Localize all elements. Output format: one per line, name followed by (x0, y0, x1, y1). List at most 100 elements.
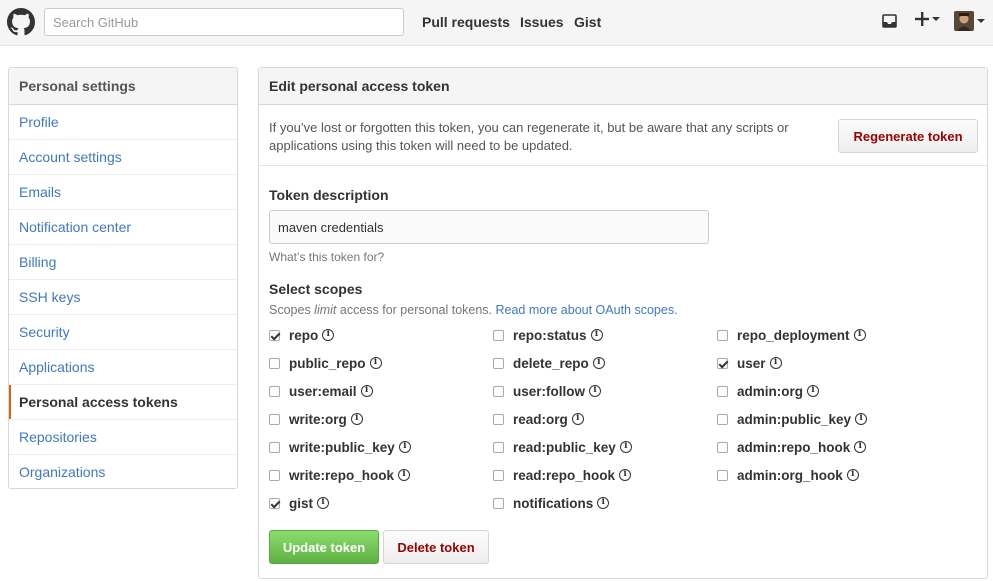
update-token-button[interactable]: Update token (269, 530, 379, 564)
info-icon[interactable]: i (846, 469, 859, 481)
scope-gist[interactable]: gist i (269, 494, 330, 512)
scope-user[interactable]: user i (717, 354, 782, 372)
scope-read-public-key[interactable]: read:public_key i (493, 438, 632, 456)
scope-name: user (737, 355, 766, 371)
scope-checkbox[interactable] (493, 385, 504, 397)
info-icon[interactable]: i (571, 413, 584, 425)
scope-checkbox[interactable] (269, 329, 280, 341)
sidebar-item-security[interactable]: Security (9, 315, 237, 350)
info-icon[interactable]: i (360, 385, 373, 397)
divider (259, 165, 987, 166)
scope-admin-org[interactable]: admin:org i (717, 382, 819, 400)
scope-checkbox[interactable] (717, 357, 728, 369)
sidebar-item-profile[interactable]: Profile (9, 105, 237, 140)
scope-checkbox[interactable] (717, 441, 728, 453)
token-description-note: What’s this token for? (269, 250, 385, 264)
scope-checkbox[interactable] (269, 441, 280, 453)
nav-gist[interactable]: Gist (574, 14, 601, 30)
select-scopes-label: Select scopes (269, 281, 363, 297)
scope-checkbox[interactable] (717, 329, 728, 341)
scope-name: read:public_key (513, 439, 616, 455)
scope-name: admin:repo_hook (737, 439, 851, 455)
nav-pull-requests[interactable]: Pull requests (422, 14, 510, 30)
sidebar-item-personal-access-tokens[interactable]: Personal access tokens (9, 385, 237, 420)
scope-checkbox[interactable] (493, 469, 504, 481)
sidebar-item-emails[interactable]: Emails (9, 175, 237, 210)
scope-name: user:follow (513, 383, 586, 399)
scope-checkbox[interactable] (717, 385, 728, 397)
info-icon[interactable]: i (589, 385, 602, 397)
scope-write-org[interactable]: write:org i (269, 410, 363, 428)
token-description-input[interactable] (269, 210, 709, 244)
info-icon[interactable]: i (597, 497, 610, 509)
user-menu-dropdown[interactable] (954, 11, 985, 31)
scope-checkbox[interactable] (493, 413, 504, 425)
octocat-logo-icon[interactable] (7, 8, 35, 36)
scope-admin-public-key[interactable]: admin:public_key i (717, 410, 868, 428)
scope-repo-status[interactable]: repo:status i (493, 326, 603, 344)
create-new-dropdown[interactable] (914, 11, 940, 27)
sidebar-item-notification-center[interactable]: Notification center (9, 210, 237, 245)
delete-token-button[interactable]: Delete token (383, 530, 489, 564)
panel-title: Edit personal access token (259, 68, 987, 105)
info-icon[interactable]: i (590, 329, 603, 341)
scope-name: write:org (289, 411, 347, 427)
avatar (954, 11, 974, 31)
sidebar-item-applications[interactable]: Applications (9, 350, 237, 385)
scope-checkbox[interactable] (493, 357, 504, 369)
sidebar-title: Personal settings (9, 68, 237, 105)
scope-repo[interactable]: repo i (269, 326, 335, 344)
info-icon[interactable]: i (853, 329, 866, 341)
scope-checkbox[interactable] (493, 497, 504, 509)
info-icon[interactable]: i (369, 357, 382, 369)
info-icon[interactable]: i (807, 385, 819, 397)
nav-issues[interactable]: Issues (520, 14, 564, 30)
scope-checkbox[interactable] (269, 413, 280, 425)
info-icon[interactable]: i (317, 497, 330, 509)
oauth-scopes-link[interactable]: Read more about OAuth scopes. (496, 303, 678, 317)
info-icon[interactable]: i (854, 441, 867, 453)
info-icon[interactable]: i (619, 441, 632, 453)
search-input[interactable] (44, 8, 404, 36)
scope-user-follow[interactable]: user:follow i (493, 382, 602, 400)
info-icon[interactable]: i (619, 469, 632, 481)
sidebar-item-repositories[interactable]: Repositories (9, 420, 237, 455)
scope-checkbox[interactable] (269, 469, 280, 481)
regenerate-token-button[interactable]: Regenerate token (838, 119, 978, 153)
sidebar-item-account-settings[interactable]: Account settings (9, 140, 237, 175)
info-icon[interactable]: i (322, 329, 335, 341)
scope-public-repo[interactable]: public_repo i (269, 354, 382, 372)
scope-name: user:email (289, 383, 357, 399)
scope-read-org[interactable]: read:org i (493, 410, 584, 428)
scope-admin-org-hook[interactable]: admin:org_hook i (717, 466, 859, 484)
scope-checkbox[interactable] (493, 441, 504, 453)
scope-checkbox[interactable] (493, 329, 504, 341)
scope-read-repo-hook[interactable]: read:repo_hook i (493, 466, 632, 484)
info-icon[interactable]: i (350, 413, 363, 425)
info-icon[interactable]: i (855, 413, 868, 425)
scope-checkbox[interactable] (717, 413, 728, 425)
sidebar-item-organizations[interactable]: Organizations (9, 455, 237, 488)
scope-user-email[interactable]: user:email i (269, 382, 373, 400)
sidebar-item-billing[interactable]: Billing (9, 245, 237, 280)
plus-icon (915, 12, 929, 26)
scope-notifications[interactable]: notifications i (493, 494, 610, 512)
scope-name: gist (289, 495, 314, 511)
scope-delete-repo[interactable]: delete_repo i (493, 354, 605, 372)
sidebar-item-ssh-keys[interactable]: SSH keys (9, 280, 237, 315)
scope-repo-deployment[interactable]: repo_deployment i (717, 326, 866, 344)
scopes-note: Scopes limit access for personal tokens.… (269, 303, 678, 317)
inbox-icon[interactable] (882, 14, 897, 28)
info-icon[interactable]: i (398, 469, 411, 481)
scope-write-public-key[interactable]: write:public_key i (269, 438, 411, 456)
scope-write-repo-hook[interactable]: write:repo_hook i (269, 466, 411, 484)
scope-admin-repo-hook[interactable]: admin:repo_hook i (717, 438, 867, 456)
info-icon[interactable]: i (769, 357, 782, 369)
info-icon[interactable]: i (398, 441, 411, 453)
scope-name: repo (289, 327, 319, 343)
scope-checkbox[interactable] (717, 469, 728, 481)
scope-checkbox[interactable] (269, 385, 280, 397)
info-icon[interactable]: i (592, 357, 605, 369)
scope-checkbox[interactable] (269, 497, 280, 509)
scope-checkbox[interactable] (269, 357, 280, 369)
